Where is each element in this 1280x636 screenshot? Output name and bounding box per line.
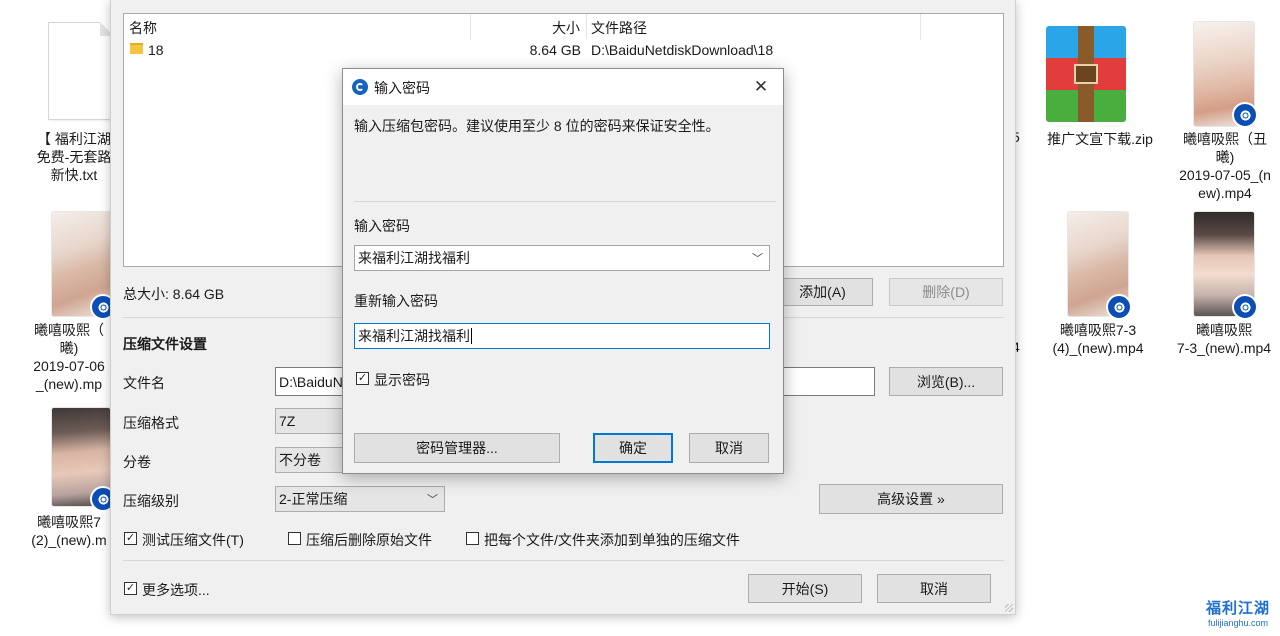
column-divider (920, 14, 921, 40)
close-icon[interactable]: ✕ (749, 75, 773, 99)
ok-button[interactable]: 确定 (593, 433, 673, 463)
password-dialog: 输入密码 ✕ 输入压缩包密码。建议使用至少 8 位的密码来保证安全性。 输入密码… (342, 68, 784, 474)
total-size-label: 总大小: 8.64 GB (123, 286, 225, 302)
dialog-titlebar[interactable]: 输入密码 ✕ (343, 69, 783, 105)
resize-grip-icon[interactable] (1005, 604, 1013, 612)
column-header-path[interactable]: 文件路径 (591, 18, 647, 38)
confirm-password-label: 重新输入密码 (354, 293, 438, 309)
confirm-password-value: 来福利江湖找福利 (358, 328, 470, 344)
file-name: 18 (148, 42, 164, 58)
delete-button[interactable]: 删除(D) (889, 278, 1003, 306)
cancel-button[interactable]: 取消 (877, 574, 991, 603)
watermark-site: fulijianghu.com (1207, 618, 1269, 628)
filename-label: 文件名 (123, 375, 165, 391)
password-value: 来福利江湖找福利 (358, 250, 470, 266)
desktop-item-label: 曦嘻吸熙7 (2)_(new).m (31, 514, 107, 548)
archive-icon (1046, 26, 1126, 122)
password-label: 输入密码 (354, 218, 410, 234)
watermark: 福利江湖 fulijianghu.com (1200, 600, 1276, 628)
test-archive-label: 测试压缩文件(T) (142, 532, 244, 548)
checkbox-checked-icon: ✓ (124, 532, 137, 545)
checkbox-empty-icon (466, 532, 479, 545)
video-player-icon (1232, 294, 1258, 320)
format-label: 压缩格式 (123, 415, 179, 431)
settings-title: 压缩文件设置 (123, 336, 207, 352)
password-manager-button[interactable]: 密码管理器... (354, 433, 560, 463)
divider (123, 560, 1004, 561)
text-file-icon (48, 22, 114, 120)
volume-label: 分卷 (123, 454, 151, 470)
app-logo-icon (352, 79, 368, 95)
desktop-item-label: 曦嘻吸熙7-3 (4)_(new).mp4 (1052, 322, 1144, 356)
desktop-item-label: 曦嘻吸熙（ 曦) 2019-07-06 _(new).mp (33, 322, 105, 392)
watermark-brand: 福利江湖 (1205, 600, 1270, 617)
browse-button[interactable]: 浏览(B)... (889, 367, 1003, 396)
text-cursor (471, 328, 472, 344)
dialog-description: 输入压缩包密码。建议使用至少 8 位的密码来保证安全性。 (354, 118, 720, 134)
desktop-item-label: 曦嘻吸熙（丑 曦) 2019-07-05_(n ew).mp4 (1179, 131, 1271, 201)
table-row[interactable]: 18 8.64 GB D:\BaiduNetdiskDownload\18 (124, 40, 1003, 62)
chevron-down-icon[interactable]: ﹀ (752, 250, 763, 266)
checkbox-checked-icon: ✓ (124, 582, 137, 595)
level-label: 压缩级别 (123, 493, 179, 509)
password-input[interactable]: 来福利江湖找福利 ﹀ (354, 245, 770, 271)
format-value: 7Z (279, 413, 296, 429)
separate-archives-label: 把每个文件/文件夹添加到单独的压缩文件 (484, 532, 740, 548)
level-select[interactable]: 2-正常压缩 ﹀ (275, 486, 445, 512)
desktop-item-label: 【 福利江湖 免费-无套路 新快.txt (36, 131, 112, 183)
show-password-label: 显示密码 (374, 372, 430, 388)
file-path: D:\BaiduNetdiskDownload\18 (591, 42, 774, 58)
dialog-title: 输入密码 (374, 80, 430, 96)
column-divider (470, 14, 471, 40)
start-button[interactable]: 开始(S) (748, 574, 862, 603)
chevron-down-icon: ﹀ (427, 494, 438, 506)
add-button[interactable]: 添加(A) (772, 278, 873, 306)
level-value: 2-正常压缩 (279, 491, 348, 507)
folder-icon (130, 43, 143, 54)
file-size: 8.64 GB (529, 42, 581, 58)
column-divider (586, 14, 587, 40)
desktop-item-label: 曦嘻吸熙 7-3_(new).mp4 (1176, 322, 1272, 356)
video-player-icon (1106, 294, 1132, 320)
column-header-name[interactable]: 名称 (129, 18, 157, 38)
more-options-label: 更多选项... (142, 582, 210, 598)
column-header-size[interactable]: 大小 (552, 18, 580, 38)
volume-value: 不分卷 (279, 452, 321, 468)
dialog-cancel-button[interactable]: 取消 (689, 433, 769, 463)
checkbox-empty-icon (288, 532, 301, 545)
desktop-item-label: 推广文宣下载.zip (1047, 131, 1153, 147)
divider (354, 201, 776, 202)
delete-source-label: 压缩后删除原始文件 (306, 532, 432, 548)
confirm-password-input[interactable]: 来福利江湖找福利 (354, 323, 770, 349)
video-player-icon (1232, 102, 1258, 128)
checkbox-checked-icon: ✓ (356, 372, 369, 385)
advanced-settings-button[interactable]: 高级设置 » (819, 484, 1003, 514)
